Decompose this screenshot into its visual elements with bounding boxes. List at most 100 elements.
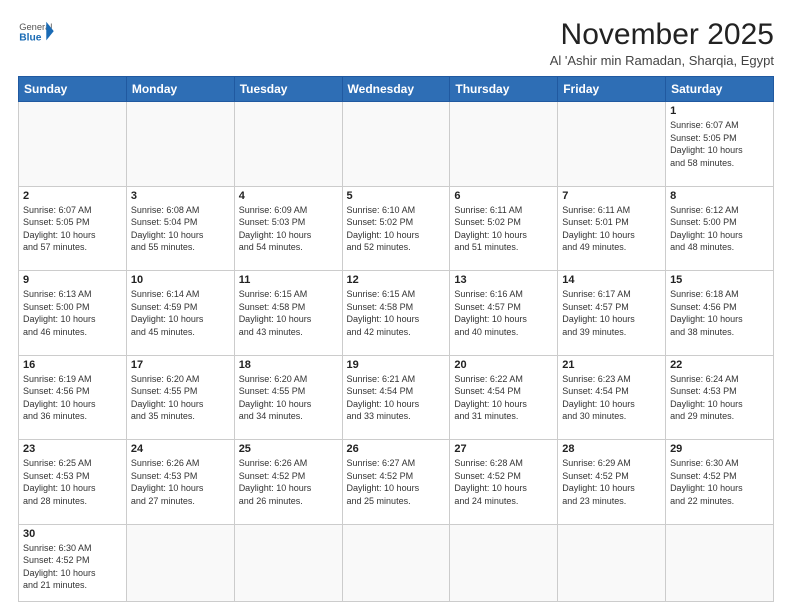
day-number: 8 — [670, 190, 769, 202]
calendar-day-cell — [234, 102, 342, 187]
day-number: 13 — [454, 274, 553, 286]
calendar-week-row: 1Sunrise: 6:07 AM Sunset: 5:05 PM Daylig… — [19, 102, 774, 187]
calendar-day-cell: 20 Sunrise: 6:22 AM Sunset: 4:54 PM Dayli… — [450, 355, 558, 440]
day-info: Sunrise: 6:09 AM Sunset: 5:03 PM Dayligh… — [239, 204, 338, 254]
day-number: 29 — [670, 443, 769, 455]
day-number: 14 — [562, 274, 661, 286]
calendar-day-cell: 18 Sunrise: 6:20 AM Sunset: 4:55 PM Dayli… — [234, 355, 342, 440]
day-number: 18 — [239, 359, 338, 371]
day-number: 4 — [239, 190, 338, 202]
calendar-day-cell: 6 Sunrise: 6:11 AM Sunset: 5:02 PM Daylig… — [450, 186, 558, 271]
calendar-day-cell — [342, 524, 450, 601]
day-info: Sunrise: 6:29 AM Sunset: 4:52 PM Dayligh… — [562, 457, 661, 507]
day-number: 7 — [562, 190, 661, 202]
weekday-header-saturday: Saturday — [666, 77, 774, 102]
calendar-day-cell: 25 Sunrise: 6:26 AM Sunset: 4:52 PM Dayli… — [234, 440, 342, 525]
day-number: 15 — [670, 274, 769, 286]
day-number: 19 — [347, 359, 446, 371]
day-info: Sunrise: 6:20 AM Sunset: 4:55 PM Dayligh… — [131, 373, 230, 423]
calendar-day-cell: 29Sunrise: 6:30 AM Sunset: 4:52 PM Dayli… — [666, 440, 774, 525]
weekday-header-thursday: Thursday — [450, 77, 558, 102]
day-info: Sunrise: 6:21 AM Sunset: 4:54 PM Dayligh… — [347, 373, 446, 423]
day-number: 30 — [23, 528, 122, 540]
day-info: Sunrise: 6:15 AM Sunset: 4:58 PM Dayligh… — [239, 288, 338, 338]
calendar-day-cell — [558, 102, 666, 187]
day-info: Sunrise: 6:26 AM Sunset: 4:53 PM Dayligh… — [131, 457, 230, 507]
calendar-day-cell — [558, 524, 666, 601]
day-info: Sunrise: 6:14 AM Sunset: 4:59 PM Dayligh… — [131, 288, 230, 338]
calendar-table: SundayMondayTuesdayWednesdayThursdayFrid… — [18, 76, 774, 602]
day-number: 21 — [562, 359, 661, 371]
calendar-day-cell: 17 Sunrise: 6:20 AM Sunset: 4:55 PM Dayli… — [126, 355, 234, 440]
calendar-day-cell — [450, 102, 558, 187]
calendar-day-cell: 4 Sunrise: 6:09 AM Sunset: 5:03 PM Daylig… — [234, 186, 342, 271]
day-number: 23 — [23, 443, 122, 455]
day-info: Sunrise: 6:26 AM Sunset: 4:52 PM Dayligh… — [239, 457, 338, 507]
day-info: Sunrise: 6:13 AM Sunset: 5:00 PM Dayligh… — [23, 288, 122, 338]
day-number: 27 — [454, 443, 553, 455]
day-number: 9 — [23, 274, 122, 286]
day-info: Sunrise: 6:18 AM Sunset: 4:56 PM Dayligh… — [670, 288, 769, 338]
weekday-header-sunday: Sunday — [19, 77, 127, 102]
day-number: 10 — [131, 274, 230, 286]
calendar-day-cell — [126, 102, 234, 187]
calendar-day-cell — [234, 524, 342, 601]
weekday-header-tuesday: Tuesday — [234, 77, 342, 102]
logo: General Blue — [18, 18, 54, 46]
day-number: 22 — [670, 359, 769, 371]
calendar-day-cell: 23 Sunrise: 6:25 AM Sunset: 4:53 PM Dayli… — [19, 440, 127, 525]
calendar-day-cell: 1Sunrise: 6:07 AM Sunset: 5:05 PM Daylig… — [666, 102, 774, 187]
calendar-day-cell — [19, 102, 127, 187]
calendar-day-cell — [450, 524, 558, 601]
day-info: Sunrise: 6:22 AM Sunset: 4:54 PM Dayligh… — [454, 373, 553, 423]
calendar-day-cell: 11Sunrise: 6:15 AM Sunset: 4:58 PM Dayli… — [234, 271, 342, 356]
calendar-week-row: 9 Sunrise: 6:13 AM Sunset: 5:00 PM Daylig… — [19, 271, 774, 356]
weekday-header-wednesday: Wednesday — [342, 77, 450, 102]
day-info: Sunrise: 6:19 AM Sunset: 4:56 PM Dayligh… — [23, 373, 122, 423]
calendar-week-row: 16 Sunrise: 6:19 AM Sunset: 4:56 PM Dayli… — [19, 355, 774, 440]
day-number: 20 — [454, 359, 553, 371]
day-info: Sunrise: 6:24 AM Sunset: 4:53 PM Dayligh… — [670, 373, 769, 423]
day-number: 2 — [23, 190, 122, 202]
day-number: 16 — [23, 359, 122, 371]
calendar-day-cell: 15 Sunrise: 6:18 AM Sunset: 4:56 PM Dayli… — [666, 271, 774, 356]
page: General Blue November 2025 Al 'Ashir min… — [0, 0, 792, 612]
calendar-day-cell: 24 Sunrise: 6:26 AM Sunset: 4:53 PM Dayli… — [126, 440, 234, 525]
day-info: Sunrise: 6:16 AM Sunset: 4:57 PM Dayligh… — [454, 288, 553, 338]
calendar-week-row: 2Sunrise: 6:07 AM Sunset: 5:05 PM Daylig… — [19, 186, 774, 271]
day-number: 3 — [131, 190, 230, 202]
day-info: Sunrise: 6:07 AM Sunset: 5:05 PM Dayligh… — [670, 119, 769, 169]
day-info: Sunrise: 6:28 AM Sunset: 4:52 PM Dayligh… — [454, 457, 553, 507]
day-info: Sunrise: 6:12 AM Sunset: 5:00 PM Dayligh… — [670, 204, 769, 254]
calendar-day-cell: 28Sunrise: 6:29 AM Sunset: 4:52 PM Dayli… — [558, 440, 666, 525]
calendar-day-cell: 3 Sunrise: 6:08 AM Sunset: 5:04 PM Daylig… — [126, 186, 234, 271]
day-number: 24 — [131, 443, 230, 455]
day-info: Sunrise: 6:15 AM Sunset: 4:58 PM Dayligh… — [347, 288, 446, 338]
calendar-day-cell: 21Sunrise: 6:23 AM Sunset: 4:54 PM Dayli… — [558, 355, 666, 440]
day-number: 12 — [347, 274, 446, 286]
calendar-day-cell: 2Sunrise: 6:07 AM Sunset: 5:05 PM Daylig… — [19, 186, 127, 271]
day-info: Sunrise: 6:27 AM Sunset: 4:52 PM Dayligh… — [347, 457, 446, 507]
svg-text:Blue: Blue — [19, 32, 42, 43]
calendar-day-cell: 16 Sunrise: 6:19 AM Sunset: 4:56 PM Dayli… — [19, 355, 127, 440]
calendar-day-cell: 8 Sunrise: 6:12 AM Sunset: 5:00 PM Daylig… — [666, 186, 774, 271]
calendar-day-cell: 13 Sunrise: 6:16 AM Sunset: 4:57 PM Dayli… — [450, 271, 558, 356]
weekday-header-monday: Monday — [126, 77, 234, 102]
calendar-day-cell: 22 Sunrise: 6:24 AM Sunset: 4:53 PM Dayli… — [666, 355, 774, 440]
calendar-day-cell: 14Sunrise: 6:17 AM Sunset: 4:57 PM Dayli… — [558, 271, 666, 356]
calendar-day-cell: 10 Sunrise: 6:14 AM Sunset: 4:59 PM Dayli… — [126, 271, 234, 356]
calendar-day-cell: 9 Sunrise: 6:13 AM Sunset: 5:00 PM Daylig… — [19, 271, 127, 356]
day-number: 6 — [454, 190, 553, 202]
day-info: Sunrise: 6:11 AM Sunset: 5:02 PM Dayligh… — [454, 204, 553, 254]
day-info: Sunrise: 6:25 AM Sunset: 4:53 PM Dayligh… — [23, 457, 122, 507]
day-number: 25 — [239, 443, 338, 455]
weekday-header-friday: Friday — [558, 77, 666, 102]
day-info: Sunrise: 6:11 AM Sunset: 5:01 PM Dayligh… — [562, 204, 661, 254]
calendar-day-cell: 5Sunrise: 6:10 AM Sunset: 5:02 PM Daylig… — [342, 186, 450, 271]
calendar-week-row: 23 Sunrise: 6:25 AM Sunset: 4:53 PM Dayli… — [19, 440, 774, 525]
day-number: 17 — [131, 359, 230, 371]
day-info: Sunrise: 6:20 AM Sunset: 4:55 PM Dayligh… — [239, 373, 338, 423]
day-info: Sunrise: 6:08 AM Sunset: 5:04 PM Dayligh… — [131, 204, 230, 254]
calendar-day-cell: 12 Sunrise: 6:15 AM Sunset: 4:58 PM Dayli… — [342, 271, 450, 356]
month-title: November 2025 — [550, 18, 774, 51]
